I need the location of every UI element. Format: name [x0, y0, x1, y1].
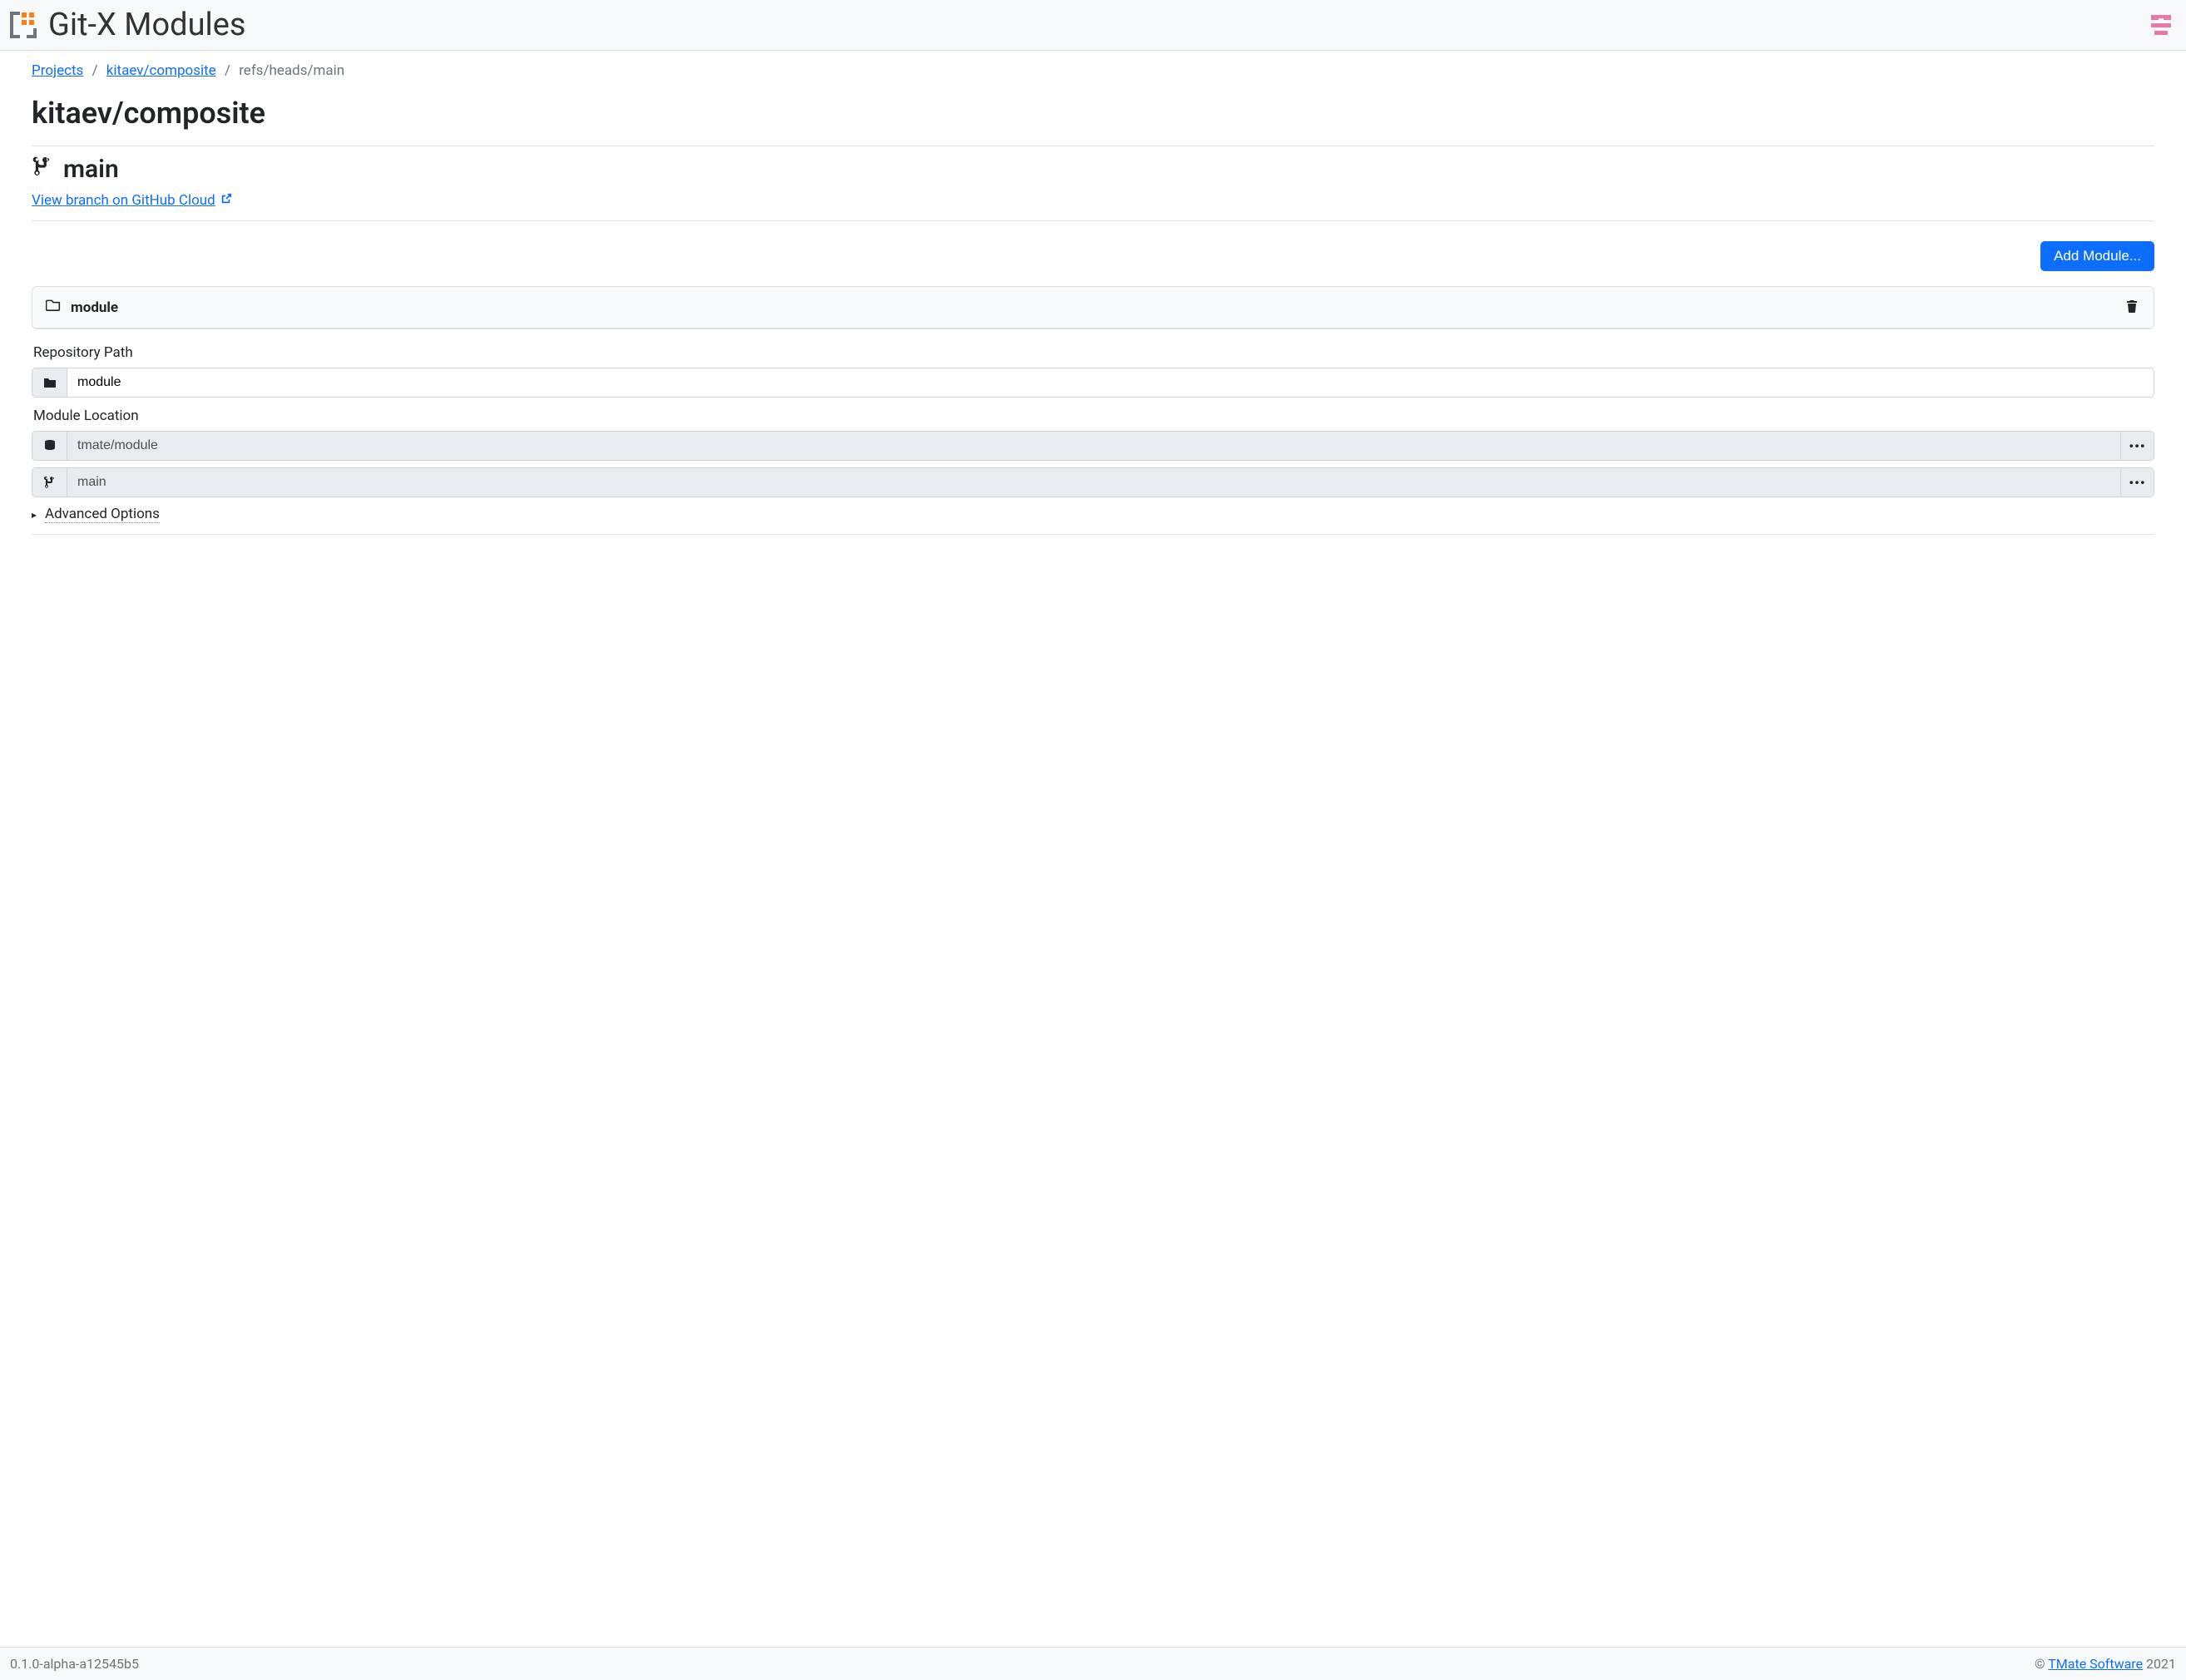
advanced-options-label: Advanced Options [45, 506, 160, 523]
copyright: © TMate Software 2021 [2035, 1656, 2176, 1672]
folder-outline-icon [46, 298, 61, 317]
breadcrumb-separator: / [87, 62, 103, 79]
app-footer: 0.1.0-alpha-a12545b5 © TMate Software 20… [0, 1647, 2186, 1680]
breadcrumb-projects[interactable]: Projects [32, 62, 83, 79]
repo-path-input[interactable] [67, 368, 2154, 397]
app-logo-icon [7, 8, 40, 42]
breadcrumb-separator: / [220, 62, 235, 79]
trash-icon [2125, 304, 2139, 316]
view-branch-link-text: View branch on GitHub Cloud [32, 192, 215, 209]
divider [32, 220, 2154, 221]
user-avatar-icon[interactable] [2146, 10, 2176, 40]
view-branch-link[interactable]: View branch on GitHub Cloud [32, 192, 232, 209]
version-label: 0.1.0-alpha-a12545b5 [10, 1656, 139, 1672]
database-icon [32, 432, 67, 460]
external-link-icon [220, 192, 232, 209]
action-toolbar: Add Module... [32, 241, 2154, 271]
module-card: module [32, 286, 2154, 329]
module-card-header: module [32, 287, 2154, 329]
header-left: Git-X Modules [7, 7, 246, 43]
repo-path-label: Repository Path [32, 341, 2154, 364]
app-header: Git-X Modules [0, 0, 2186, 51]
location-branch-browse-button[interactable]: ••• [2120, 468, 2154, 497]
main-content: Projects / kitaev/composite / refs/heads… [0, 51, 2186, 1647]
breadcrumb-ref: refs/heads/main [239, 62, 344, 79]
app-title: Git-X Modules [48, 7, 246, 43]
add-module-button[interactable]: Add Module... [2040, 241, 2154, 271]
branch-icon [32, 155, 53, 184]
branch-name: main [63, 155, 119, 184]
delete-module-button[interactable] [2124, 297, 2140, 318]
location-repo-browse-button[interactable]: ••• [2120, 432, 2154, 460]
copyright-year: 2021 [2143, 1656, 2176, 1672]
location-branch-input-group: ••• [32, 467, 2154, 497]
folder-icon [32, 368, 67, 397]
copyright-prefix: © [2035, 1656, 2048, 1672]
location-repo-input[interactable] [67, 432, 2120, 460]
repo-path-input-group [32, 368, 2154, 398]
divider [32, 534, 2154, 535]
page-title: kitaev/composite [32, 96, 2154, 131]
company-link[interactable]: TMate Software [2048, 1656, 2143, 1672]
location-repo-input-group: ••• [32, 431, 2154, 461]
breadcrumb: Projects / kitaev/composite / refs/heads… [32, 62, 2154, 79]
module-location-label: Module Location [32, 404, 2154, 427]
module-title: module [46, 298, 118, 317]
advanced-options-disclosure[interactable]: Advanced Options [32, 504, 2154, 524]
breadcrumb-repo[interactable]: kitaev/composite [106, 62, 216, 79]
location-branch-input[interactable] [67, 468, 2120, 497]
branch-heading: main [32, 155, 2154, 184]
branch-icon [32, 468, 67, 497]
module-name: module [71, 299, 118, 316]
advanced-options-summary[interactable]: Advanced Options [32, 504, 2154, 524]
